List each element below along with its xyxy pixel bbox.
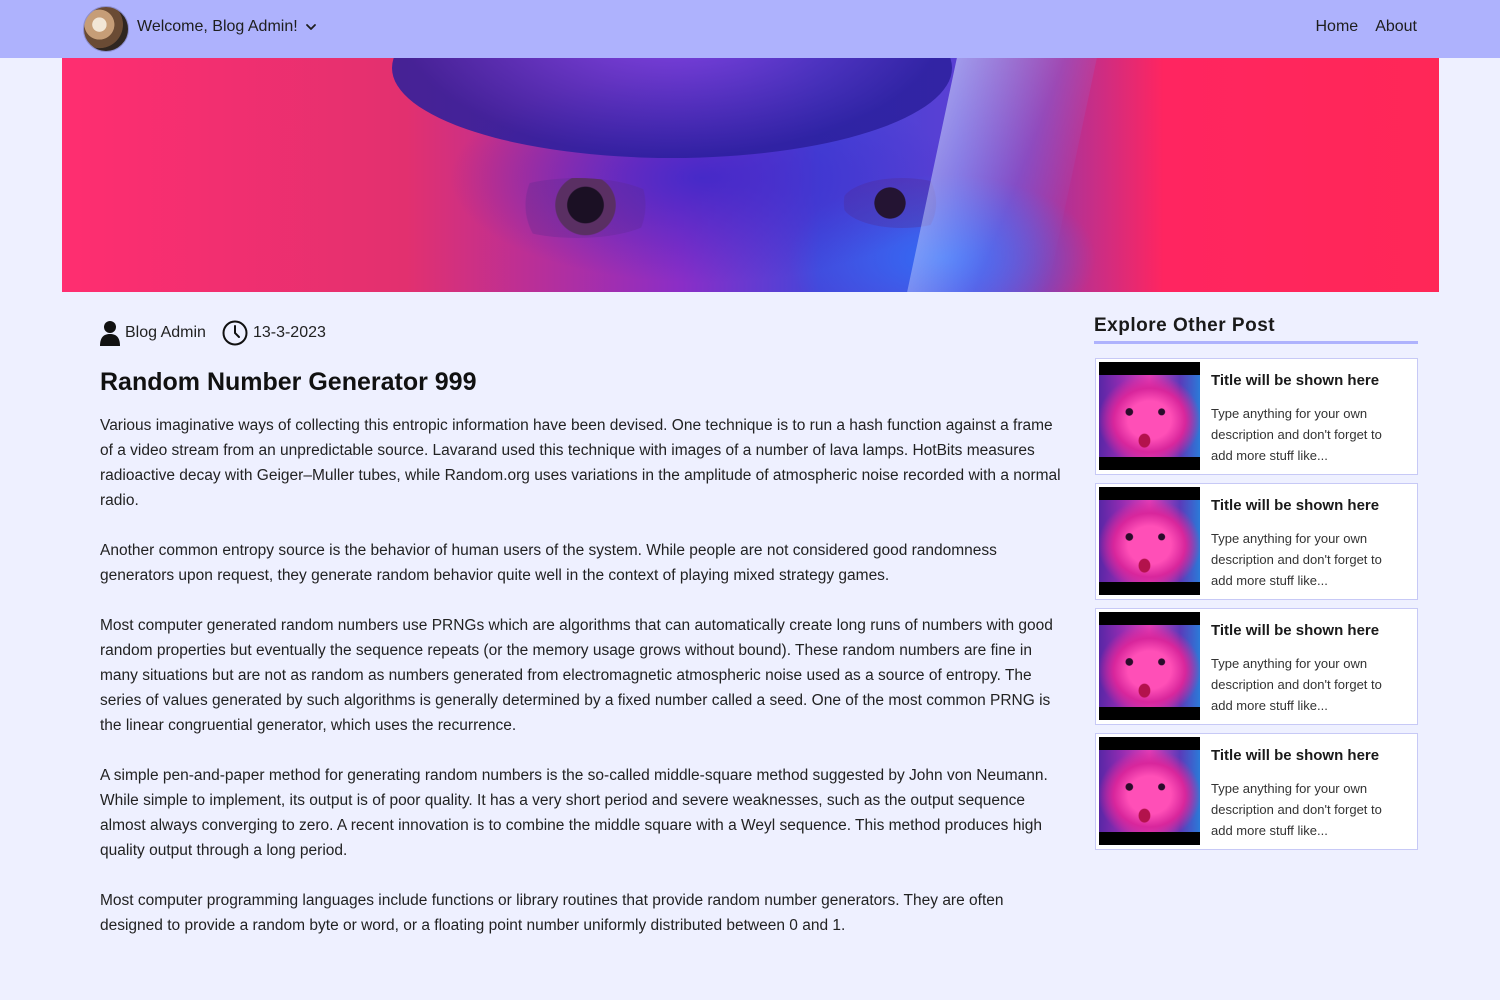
card-description: Type anything for your own description a… — [1211, 781, 1382, 838]
post-thumbnail — [1099, 362, 1200, 470]
post-paragraph: Various imaginative ways of collecting t… — [100, 417, 1061, 509]
nav-home-link[interactable]: Home — [1316, 18, 1359, 36]
card-description: Type anything for your own description a… — [1211, 531, 1382, 588]
post-author: Blog Admin — [125, 324, 206, 341]
card-title: Title will be shown here — [1211, 747, 1380, 764]
related-post-card[interactable]: Title will be shown here Type anything f… — [1095, 733, 1418, 850]
top-navbar: Welcome, Blog Admin! Home About — [0, 0, 1500, 58]
nav-about-link[interactable]: About — [1375, 18, 1417, 36]
post-thumbnail — [1099, 612, 1200, 720]
post-title: Random Number Generator 999 — [100, 368, 477, 396]
card-description: Type anything for your own description a… — [1211, 656, 1382, 713]
card-title: Title will be shown here — [1211, 622, 1380, 639]
post-paragraph: Most computer generated random numbers u… — [100, 617, 1053, 734]
hero-eye-left — [492, 178, 662, 238]
post-body: Various imaginative ways of collecting t… — [100, 413, 1065, 963]
post-date: 13-3-2023 — [252, 324, 326, 341]
welcome-text: Welcome, Blog Admin! — [137, 18, 298, 35]
post-paragraph: A simple pen-and-paper method for genera… — [100, 767, 1048, 859]
sidebar-title: Explore Other Post — [1094, 315, 1276, 336]
related-post-card[interactable]: Title will be shown here Type anything f… — [1095, 608, 1418, 725]
hero-hat-shape — [392, 58, 952, 158]
chevron-down-icon — [305, 24, 316, 30]
post-paragraph: Another common entropy source is the beh… — [100, 542, 997, 584]
clock-icon — [222, 320, 248, 346]
post-paragraph: Most computer programming languages incl… — [100, 892, 1004, 934]
post-meta: Blog Admin 13-3-2023 — [100, 320, 326, 346]
sidebar-divider — [1094, 341, 1418, 344]
card-title: Title will be shown here — [1211, 497, 1380, 514]
hero-banner-image — [62, 58, 1439, 292]
user-icon — [100, 321, 120, 346]
card-description: Type anything for your own description a… — [1211, 406, 1382, 463]
nav-links: Home About — [1316, 18, 1418, 36]
user-avatar[interactable] — [83, 6, 129, 52]
card-title: Title will be shown here — [1211, 372, 1380, 389]
related-post-card[interactable]: Title will be shown here Type anything f… — [1095, 358, 1418, 475]
post-thumbnail — [1099, 737, 1200, 845]
user-menu-toggle[interactable]: Welcome, Blog Admin! — [137, 18, 317, 36]
related-post-card[interactable]: Title will be shown here Type anything f… — [1095, 483, 1418, 600]
post-thumbnail — [1099, 487, 1200, 595]
